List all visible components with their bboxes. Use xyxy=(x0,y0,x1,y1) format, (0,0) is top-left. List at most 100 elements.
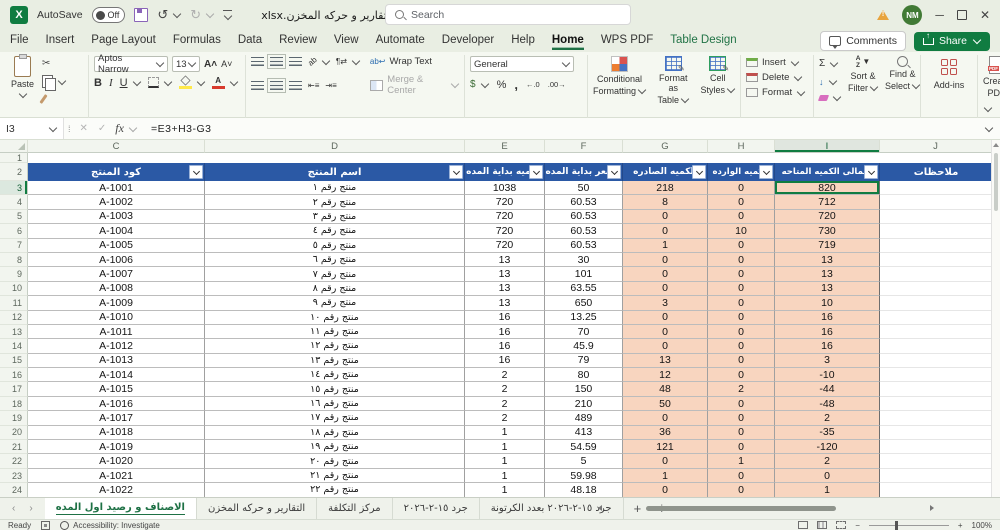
cell-qty-in[interactable]: 0 xyxy=(708,181,775,196)
cell-qty-out[interactable]: 50 xyxy=(623,396,708,412)
cell-qty-out[interactable]: 0 xyxy=(623,209,708,225)
cell-price-start[interactable]: 60.53 xyxy=(545,224,623,239)
zoom-level[interactable]: 100% xyxy=(972,521,992,530)
cell-product-name[interactable]: منتج رقم ٨ xyxy=(205,281,465,297)
align-top-icon[interactable] xyxy=(251,57,264,66)
cell-notes[interactable] xyxy=(880,396,992,412)
column-header-h[interactable]: H xyxy=(708,140,775,153)
align-right-icon[interactable] xyxy=(289,80,302,90)
tab-data[interactable]: Data xyxy=(238,32,262,50)
row-number[interactable]: 2 xyxy=(0,163,28,181)
text-direction-button[interactable]: ¶⇄ xyxy=(336,56,361,66)
cell-product-code[interactable]: A-1001 xyxy=(28,181,205,196)
cell-product-name[interactable]: منتج رقم ١ xyxy=(205,181,465,196)
cell-qty-in[interactable]: 0 xyxy=(708,281,775,297)
cell-notes[interactable] xyxy=(880,195,992,210)
percent-style-button[interactable]: % xyxy=(497,79,507,91)
cell-qty-start[interactable]: 16 xyxy=(465,310,545,325)
scroll-left-icon[interactable] xyxy=(598,505,602,511)
cell-qty-start[interactable]: 1038 xyxy=(465,181,545,196)
row-number[interactable]: 9 xyxy=(0,267,28,282)
cell-price-start[interactable]: 210 xyxy=(545,396,623,412)
filter-icon[interactable] xyxy=(189,165,203,179)
cell-qty-start[interactable]: 720 xyxy=(465,238,545,253)
cell-product-name[interactable]: منتج رقم ١٤ xyxy=(205,368,465,383)
zoom-in-icon[interactable]: + xyxy=(958,521,963,530)
cell-price-start[interactable]: 650 xyxy=(545,296,623,311)
cell-price-start[interactable]: 79 xyxy=(545,353,623,369)
number-format-combo[interactable]: General xyxy=(470,56,574,72)
undo-button[interactable]: ↺ xyxy=(157,9,182,22)
orientation-button[interactable]: ab xyxy=(306,55,331,68)
tab-view[interactable]: View xyxy=(334,32,359,50)
search-input[interactable]: Search xyxy=(385,4,631,25)
insert-cells-button[interactable]: Insert xyxy=(746,57,808,68)
cell-product-code[interactable]: A-1003 xyxy=(28,209,205,225)
align-bottom-icon[interactable] xyxy=(289,57,302,66)
cell-price-start[interactable]: 60.53 xyxy=(545,238,623,253)
row-number[interactable]: 7 xyxy=(0,238,28,253)
cell-qty-out[interactable]: 36 xyxy=(623,425,708,441)
merge-center-button[interactable]: Merge & Center xyxy=(369,74,460,96)
cell-qty-start[interactable]: 1 xyxy=(465,425,545,441)
formula-input[interactable]: =E3+H3-G3 xyxy=(151,123,212,135)
cell-price-start[interactable]: 45.9 xyxy=(545,339,623,354)
cell-product-code[interactable]: A-1012 xyxy=(28,339,205,354)
select-all-corner[interactable] xyxy=(0,140,28,153)
cell-qty-out[interactable]: 3 xyxy=(623,296,708,311)
column-header-c[interactable]: C xyxy=(28,140,205,153)
cell-qty-out[interactable]: 0 xyxy=(623,252,708,268)
close-button[interactable]: ✕ xyxy=(980,9,990,21)
row-number[interactable]: 20 xyxy=(0,425,28,441)
row-number[interactable]: 11 xyxy=(0,296,28,311)
header-qty-start[interactable]: الكميه بداية المده xyxy=(465,163,545,181)
cell-notes[interactable] xyxy=(880,181,992,196)
cell-notes[interactable] xyxy=(880,281,992,297)
cell-product-code[interactable]: A-1015 xyxy=(28,382,205,397)
cell-price-start[interactable]: 5 xyxy=(545,454,623,469)
font-name-combo[interactable]: Aptos Narrow xyxy=(94,53,168,75)
cell-qty-total[interactable]: 16 xyxy=(775,339,880,354)
row-number[interactable]: 5 xyxy=(0,209,28,225)
cell-qty-in[interactable]: 10 xyxy=(708,224,775,239)
cell-qty-out[interactable]: 218 xyxy=(623,181,708,196)
sheet-nav-right-icon[interactable]: › xyxy=(29,503,32,514)
cell-qty-in[interactable]: 1 xyxy=(708,454,775,469)
cell-qty-out[interactable]: 1 xyxy=(623,468,708,484)
redo-button[interactable]: ↻ xyxy=(190,9,215,22)
cell-qty-out[interactable]: 48 xyxy=(623,382,708,397)
cell-notes[interactable] xyxy=(880,411,992,426)
cell-qty-start[interactable]: 2 xyxy=(465,368,545,383)
cell-qty-out[interactable]: 12 xyxy=(623,368,708,383)
zoom-slider-thumb[interactable] xyxy=(894,520,898,530)
cell-product-name[interactable]: منتج رقم ١٠ xyxy=(205,310,465,325)
cell-product-name[interactable]: منتج رقم ١١ xyxy=(205,324,465,340)
autosave-toggle[interactable]: Off xyxy=(91,7,126,23)
horizontal-scroll-thumb[interactable] xyxy=(646,505,836,511)
cell-notes[interactable] xyxy=(880,296,992,311)
cell-qty-out[interactable]: 121 xyxy=(623,440,708,455)
avatar[interactable]: NM xyxy=(902,5,923,25)
header-qty-total[interactable]: اجمالى الكميه المتاحه xyxy=(775,163,880,181)
cell-qty-in[interactable]: 0 xyxy=(708,238,775,253)
cell-product-code[interactable]: A-1014 xyxy=(28,368,205,383)
cell-product-name[interactable]: منتج رقم ٢ xyxy=(205,195,465,210)
tab-developer[interactable]: Developer xyxy=(442,32,494,50)
cell-price-start[interactable]: 50 xyxy=(545,181,623,196)
cell-qty-start[interactable]: 16 xyxy=(465,324,545,340)
filter-icon[interactable] xyxy=(449,165,463,179)
align-left-icon[interactable] xyxy=(251,80,264,90)
header-notes[interactable]: ملاحظات xyxy=(880,163,992,181)
filter-icon[interactable] xyxy=(529,165,543,179)
header-price-start[interactable]: السعر بداية المده xyxy=(545,163,623,181)
addins-button[interactable]: Add-ins xyxy=(926,56,972,90)
vertical-scrollbar[interactable] xyxy=(991,140,1000,497)
bold-button[interactable]: B xyxy=(94,77,102,89)
warning-icon[interactable] xyxy=(877,10,890,20)
tab-review[interactable]: Review xyxy=(279,32,317,50)
save-icon[interactable] xyxy=(134,8,149,22)
align-center-icon[interactable] xyxy=(267,77,286,93)
sheet-tab[interactable]: جرد ١٥-٢-٢٠٢٦ xyxy=(393,498,480,519)
header-product-name[interactable]: اسم المنتج xyxy=(205,163,465,181)
cancel-formula-icon[interactable]: ✕ xyxy=(75,123,93,134)
